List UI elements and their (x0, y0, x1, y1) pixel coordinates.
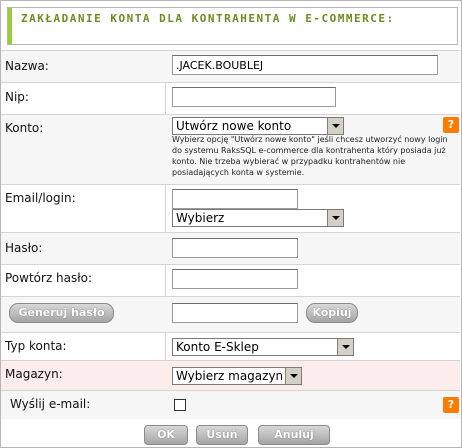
email-label: Email/login: (5, 191, 76, 205)
accent-bar (8, 8, 12, 44)
password-repeat-input[interactable] (172, 269, 298, 289)
generated-password-input[interactable] (172, 303, 298, 323)
konto-selected: Utwórz nowe konto (176, 119, 292, 133)
haslo-label: Hasło: (5, 241, 43, 255)
nazwa-label: Nazwa: (5, 59, 49, 73)
typ-konta-selected: Konto E-Sklep (176, 340, 259, 354)
send-email-checkbox[interactable] (174, 399, 186, 411)
cancel-button[interactable]: Anuluj (258, 425, 330, 445)
magazyn-selected: Wybierz magazyn (176, 369, 284, 383)
ok-button[interactable]: OK (144, 425, 188, 445)
nip-label: Nip: (5, 90, 29, 104)
delete-button[interactable]: Usuń (196, 425, 248, 445)
help-icon[interactable]: ? (443, 397, 459, 413)
konto-select[interactable]: Utwórz nowe konto (172, 117, 344, 135)
chevron-down-icon (327, 210, 343, 226)
password-input[interactable] (172, 238, 298, 258)
nazwa-input[interactable] (172, 55, 438, 75)
chevron-down-icon (327, 118, 343, 134)
chevron-down-icon (337, 339, 353, 355)
copy-button[interactable]: Kopiuj (306, 303, 358, 323)
konto-label: Konto: (5, 121, 44, 135)
typ-konta-label: Typ konta: (5, 339, 67, 353)
page-title: ZAKŁADANIE KONTA DLA KONTRAHENTA W E-COM… (21, 12, 395, 25)
konto-hint: Wybierz opcję "Utwórz nowe konto" jeśli … (172, 135, 448, 177)
powtorz-label: Powtórz hasło: (5, 271, 93, 285)
email-input[interactable] (172, 189, 298, 209)
row-wyslij: Wyślij e-mail: (1, 390, 460, 419)
email-select-value: Wybierz (176, 211, 225, 225)
header-box: ZAKŁADANIE KONTA DLA KONTRAHENTA W E-COM… (7, 7, 458, 45)
wyslij-label: Wyślij e-mail: (10, 397, 91, 411)
chevron-down-icon (285, 368, 301, 384)
magazyn-select[interactable]: Wybierz magazyn (172, 367, 302, 385)
typ-konta-select[interactable]: Konto E-Sklep (172, 338, 354, 356)
generate-password-button[interactable]: Generuj hasło (9, 303, 114, 323)
magazyn-label: Magazyn: (5, 367, 63, 381)
help-icon[interactable]: ? (443, 117, 459, 133)
email-select[interactable]: Wybierz (172, 209, 344, 227)
nip-input[interactable] (172, 87, 336, 107)
